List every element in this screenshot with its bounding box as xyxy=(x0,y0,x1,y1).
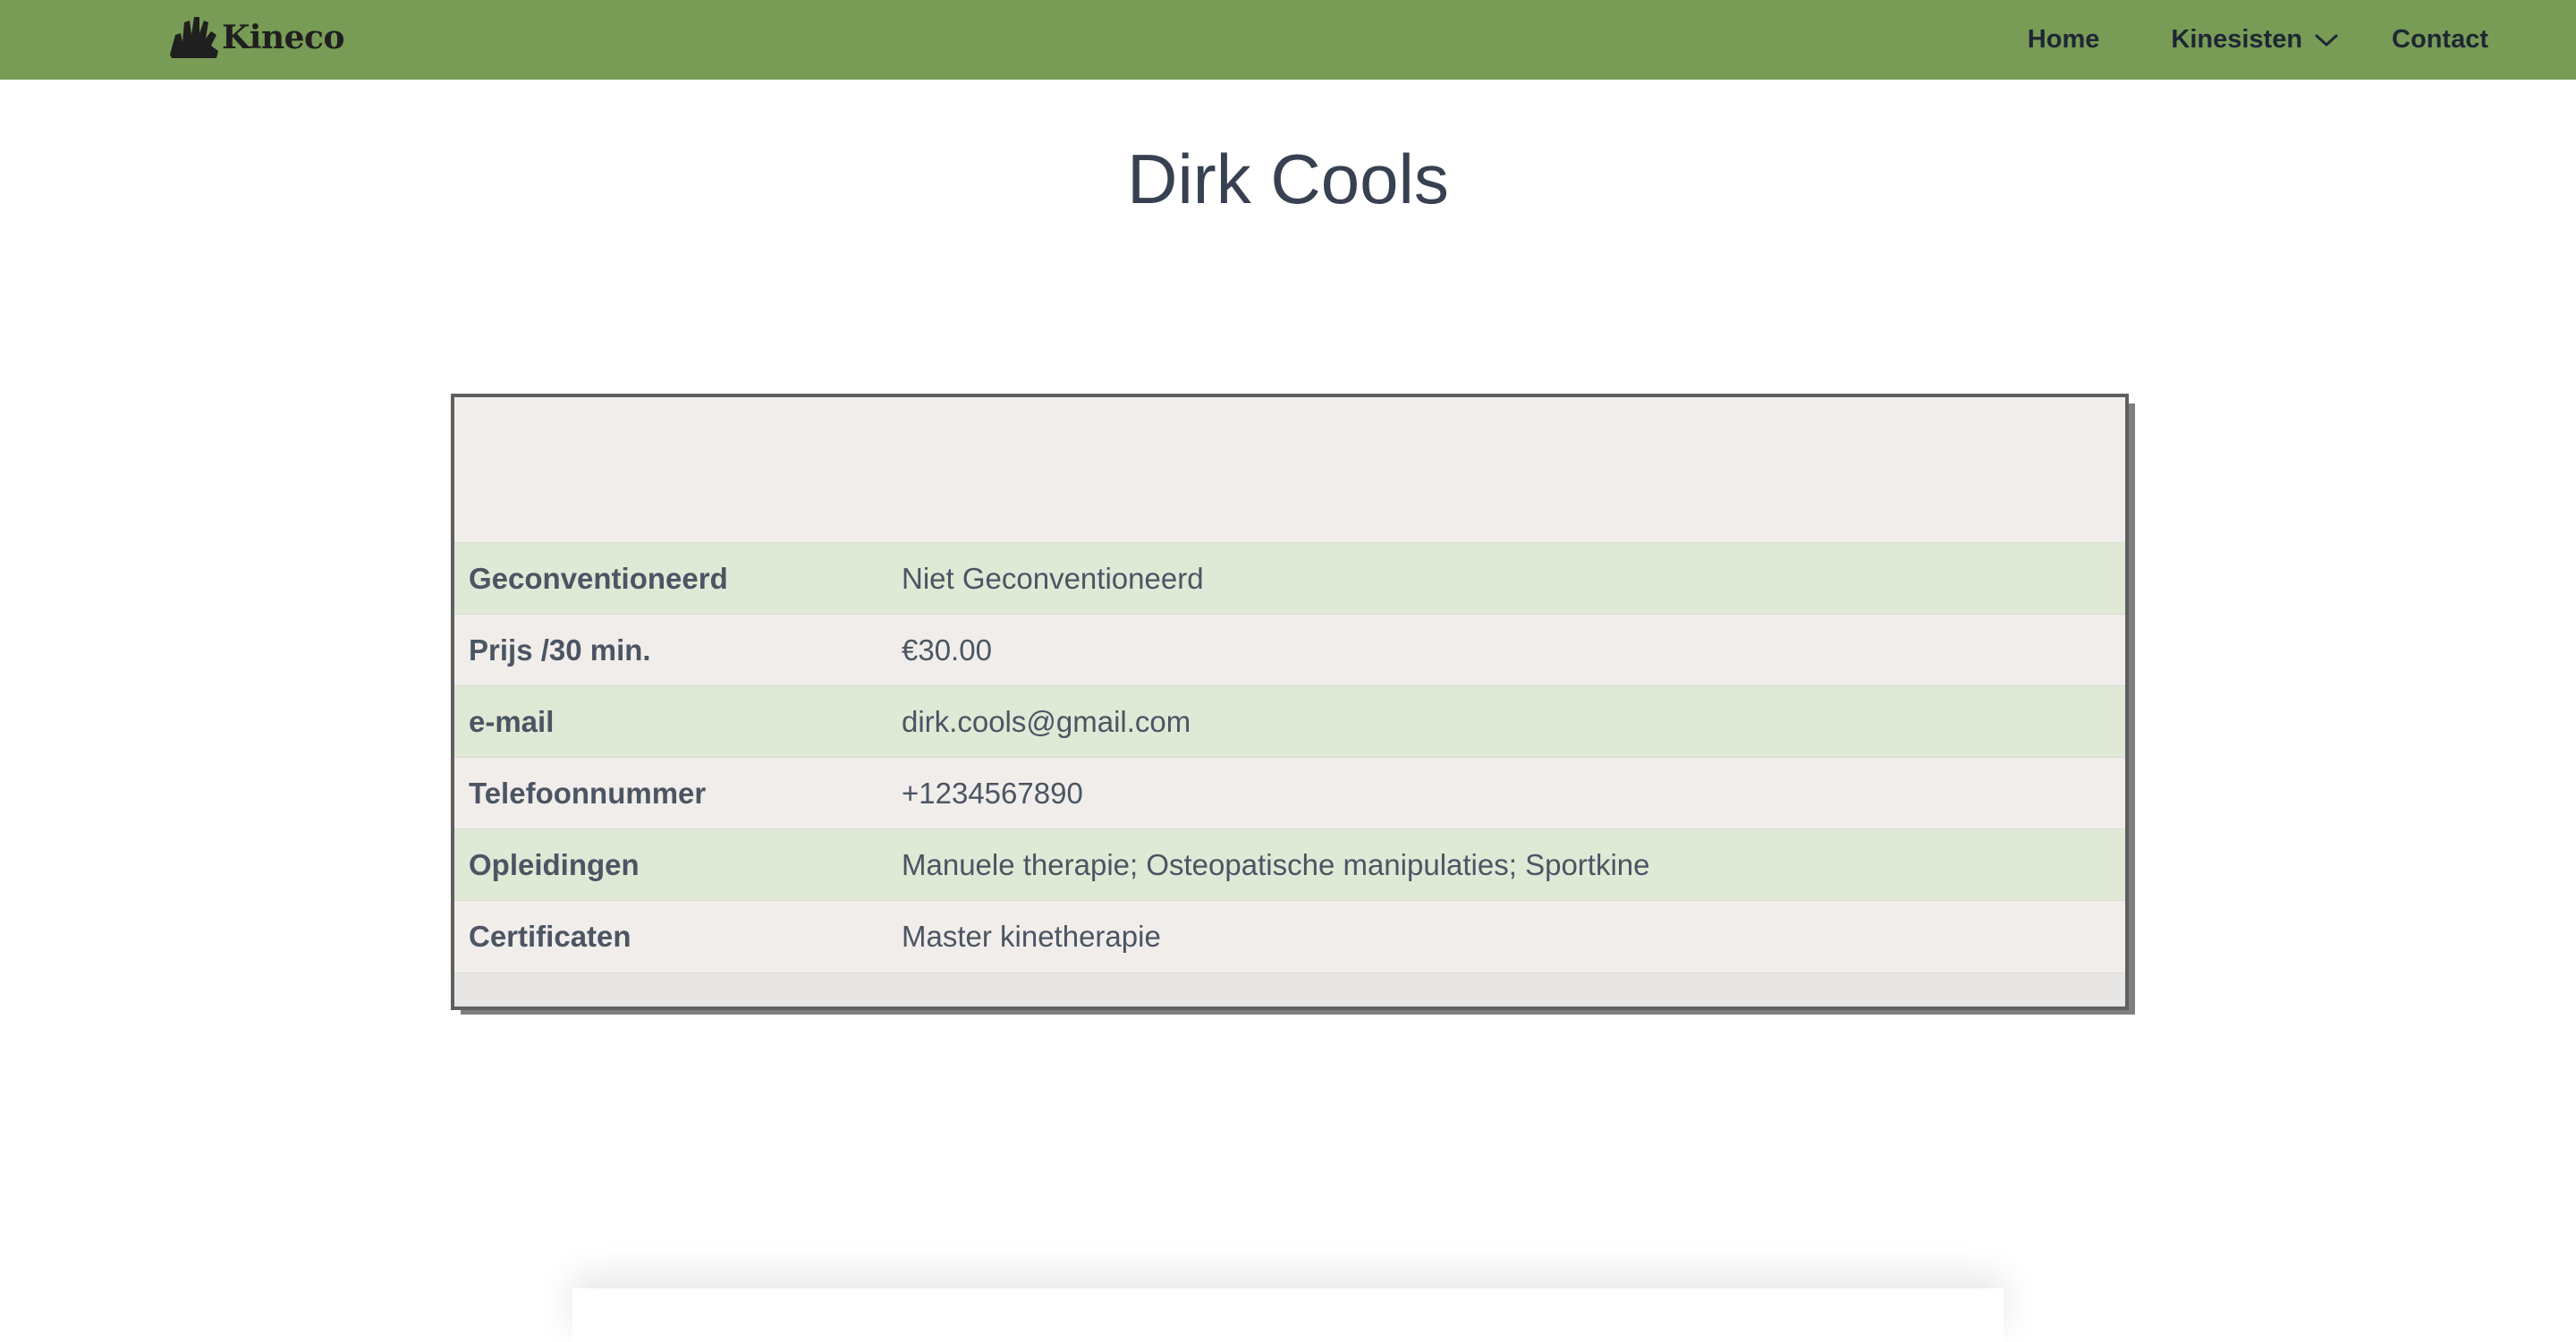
row-label: Opleidingen xyxy=(454,828,902,901)
row-value: Manuele therapie; Osteopatische manipula… xyxy=(902,828,2125,901)
row-value: €30.00 xyxy=(902,614,2125,686)
row-value: Master kinetherapie xyxy=(902,900,2125,973)
table-row: e-mail dirk.cools@gmail.com xyxy=(454,685,2125,758)
row-label: e-mail xyxy=(454,685,902,758)
card-header-area xyxy=(454,397,2125,542)
row-value: +1234567890 xyxy=(902,757,2125,829)
row-label: Prijs /30 min. xyxy=(454,614,902,686)
navbar: Kineco Home Kinesisten Contact xyxy=(0,0,2576,80)
table-row: Opleidingen Manuele therapie; Osteopatis… xyxy=(454,828,2125,901)
nav-home-link[interactable]: Home xyxy=(2028,20,2100,60)
table-row: Prijs /30 min. €30.00 xyxy=(454,614,2125,686)
nav-kinesisten-label: Kinesisten xyxy=(2171,25,2303,54)
nav-kinesisten-dropdown[interactable]: Kinesisten xyxy=(2171,20,2338,60)
hand-icon xyxy=(168,15,220,60)
row-label: Geconventioneerd xyxy=(454,542,902,615)
details-table: Geconventioneerd Niet Geconventioneerd P… xyxy=(454,542,2125,973)
brand-name: Kineco xyxy=(222,19,344,56)
row-value: dirk.cools@gmail.com xyxy=(902,685,2125,758)
row-value: Niet Geconventioneerd xyxy=(902,542,2125,615)
main-nav: Home Kinesisten Contact xyxy=(2028,0,2488,80)
table-row: Telefoonnummer +1234567890 xyxy=(454,757,2125,829)
card-footer-area xyxy=(454,972,2125,1007)
nav-contact-link[interactable]: Contact xyxy=(2392,20,2488,60)
footer-card-edge xyxy=(572,1288,2004,1342)
row-label: Certificaten xyxy=(454,900,902,973)
row-label: Telefoonnummer xyxy=(454,757,902,829)
table-row: Geconventioneerd Niet Geconventioneerd xyxy=(454,542,2125,615)
table-row: Certificaten Master kinetherapie xyxy=(454,900,2125,973)
page-title: Dirk Cools xyxy=(1127,140,1449,218)
profile-card: Geconventioneerd Niet Geconventioneerd P… xyxy=(451,394,2129,1010)
brand-logo[interactable]: Kineco xyxy=(168,13,344,63)
chevron-down-icon xyxy=(2315,25,2338,55)
